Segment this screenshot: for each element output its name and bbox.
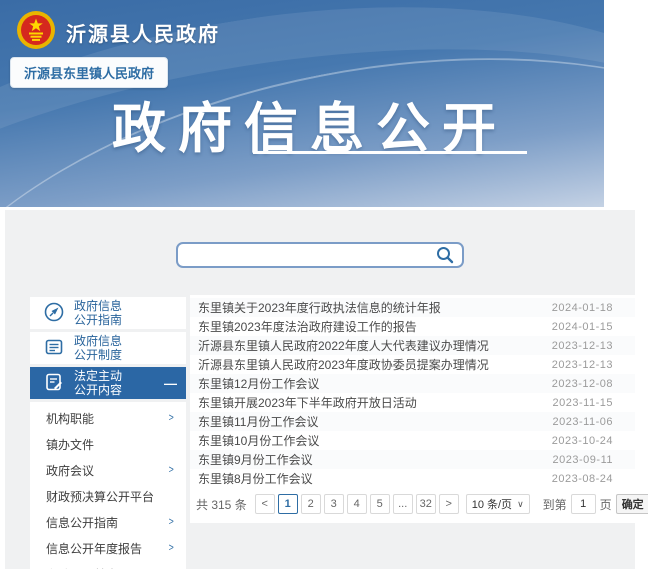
- sub-site-label: 沂源县东里镇人民政府: [24, 66, 154, 81]
- doc-link[interactable]: 东里镇9月份工作会议: [198, 451, 543, 468]
- sidebar-item-system[interactable]: 政府信息 公开制度: [30, 332, 186, 364]
- page-button-1[interactable]: 1: [278, 494, 298, 514]
- doc-link[interactable]: 东里镇10月份工作会议: [198, 432, 542, 449]
- page-jump: 到第 页 确定: [543, 494, 648, 514]
- prev-page-button[interactable]: <: [255, 494, 275, 514]
- doc-date: 2023-12-13: [552, 359, 613, 371]
- chevron-down-icon: ∨: [517, 499, 524, 510]
- clipboard-pen-icon: [43, 371, 65, 396]
- sidebar-item-label: 法定主动 公开内容: [74, 369, 122, 397]
- sidebar-item-label: 政府信息 公开制度: [74, 334, 122, 362]
- doc-link[interactable]: 东里镇开展2023年下半年政府开放日活动: [198, 394, 543, 411]
- doc-date: 2023-11-15: [553, 397, 613, 409]
- total-count: 共 315 条: [196, 496, 247, 513]
- search-input[interactable]: [186, 245, 435, 265]
- doc-link[interactable]: 东里镇关于2023年度行政执法信息的统计年报: [198, 299, 542, 316]
- site-home-link[interactable]: 沂源县人民政府: [16, 10, 220, 55]
- doc-date: 2023-11-06: [553, 416, 613, 428]
- chevron-right-icon: >: [168, 542, 173, 554]
- compass-icon: [43, 301, 65, 326]
- site-name: 沂源县人民政府: [66, 18, 220, 47]
- jump-suffix-label: 页: [600, 496, 612, 513]
- document-list-icon: [43, 336, 65, 361]
- submenu-item-annual-report[interactable]: 信息公开年度报告 >: [30, 535, 186, 561]
- doc-link[interactable]: 沂源县东里镇人民政府2023年度政协委员提案办理情况: [198, 356, 542, 373]
- list-item: 东里镇11月份工作会议 2023-11-06: [190, 412, 635, 431]
- submenu-item-town-documents[interactable]: 镇办文件: [30, 431, 186, 457]
- doc-link[interactable]: 东里镇8月份工作会议: [198, 470, 542, 487]
- sidebar-item-active-disclosure[interactable]: 法定主动 公开内容 —: [30, 367, 186, 399]
- doc-date: 2023-10-24: [552, 435, 613, 447]
- doc-link[interactable]: 东里镇11月份工作会议: [198, 413, 543, 430]
- doc-link[interactable]: 东里镇12月份工作会议: [198, 375, 542, 392]
- list-item: 东里镇开展2023年下半年政府开放日活动 2023-11-15: [190, 393, 635, 412]
- doc-date: 2023-12-08: [552, 378, 613, 390]
- chevron-right-icon: >: [168, 464, 173, 476]
- search-box: [176, 242, 464, 268]
- sidebar: 政府信息 公开指南 政府信息 公开制度: [30, 297, 186, 569]
- list-item: 沂源县东里镇人民政府2023年度政协委员提案办理情况 2023-12-13: [190, 355, 635, 374]
- doc-date: 2024-01-18: [552, 302, 613, 314]
- content-panel: 政府信息 公开指南 政府信息 公开制度: [5, 210, 635, 569]
- list-item: 东里镇2023年度法治政府建设工作的报告 2024-01-15: [190, 317, 635, 336]
- national-emblem-icon: [16, 10, 56, 55]
- page-ellipsis-button[interactable]: ...: [393, 494, 413, 514]
- list-item: 东里镇10月份工作会议 2023-10-24: [190, 431, 635, 450]
- jump-prefix-label: 到第: [543, 496, 567, 513]
- submenu-item-budget-platform[interactable]: 财政预决算公开平台: [30, 483, 186, 509]
- pagination: 共 315 条 < 1 2 3 4 5 ... 32 > 10 条/页 ∨ 到第…: [190, 491, 635, 517]
- sidebar-item-guide[interactable]: 政府信息 公开指南: [30, 297, 186, 329]
- title-underline: [253, 151, 527, 154]
- list-item: 东里镇12月份工作会议 2023-12-08: [190, 374, 635, 393]
- page-button-5[interactable]: 5: [370, 494, 390, 514]
- search-icon[interactable]: [435, 245, 455, 265]
- doc-date: 2023-12-13: [552, 340, 613, 352]
- doc-date: 2023-08-24: [552, 473, 613, 485]
- page-button-32[interactable]: 32: [416, 494, 436, 514]
- jump-page-input[interactable]: [571, 494, 596, 514]
- sidebar-item-label: 政府信息 公开指南: [74, 299, 122, 327]
- chevron-right-icon: >: [168, 412, 173, 424]
- doc-link[interactable]: 东里镇2023年度法治政府建设工作的报告: [198, 318, 542, 335]
- list-item: 东里镇9月份工作会议 2023-09-11: [190, 450, 635, 469]
- doc-link[interactable]: 沂源县东里镇人民政府2022年度人大代表建议办理情况: [198, 337, 542, 354]
- list-item: 东里镇关于2023年度行政执法信息的统计年报 2024-01-18: [190, 298, 635, 317]
- submenu-item-info-guide[interactable]: 信息公开指南 >: [30, 509, 186, 535]
- sidebar-submenu: 机构职能 > 镇办文件 政府会议 > 财政预决算公开平台 信息公开指南 > 信息…: [30, 402, 186, 569]
- list-item: 沂源县东里镇人民政府2022年度人大代表建议办理情况 2023-12-13: [190, 336, 635, 355]
- submenu-item-basic-catalog[interactable]: 主动公开基本目录 >: [30, 561, 186, 569]
- page-size-select[interactable]: 10 条/页 ∨: [466, 494, 530, 514]
- submenu-item-gov-meetings[interactable]: 政府会议 >: [30, 457, 186, 483]
- page-button-4[interactable]: 4: [347, 494, 367, 514]
- page-button-2[interactable]: 2: [301, 494, 321, 514]
- page-button-3[interactable]: 3: [324, 494, 344, 514]
- search-row: [5, 242, 635, 268]
- list-item: 东里镇8月份工作会议 2023-08-24: [190, 469, 635, 488]
- submenu-item-org-functions[interactable]: 机构职能 >: [30, 405, 186, 431]
- site-banner: 沂源县人民政府 沂源县东里镇人民政府 政府信息公开: [0, 0, 604, 207]
- collapse-icon[interactable]: —: [164, 376, 177, 391]
- document-list: 东里镇关于2023年度行政执法信息的统计年报 2024-01-18 东里镇202…: [190, 295, 635, 523]
- chevron-right-icon: >: [168, 516, 173, 528]
- next-page-button[interactable]: >: [439, 494, 459, 514]
- doc-date: 2023-09-11: [553, 454, 613, 466]
- doc-date: 2024-01-15: [552, 321, 613, 333]
- confirm-button[interactable]: 确定: [616, 494, 648, 514]
